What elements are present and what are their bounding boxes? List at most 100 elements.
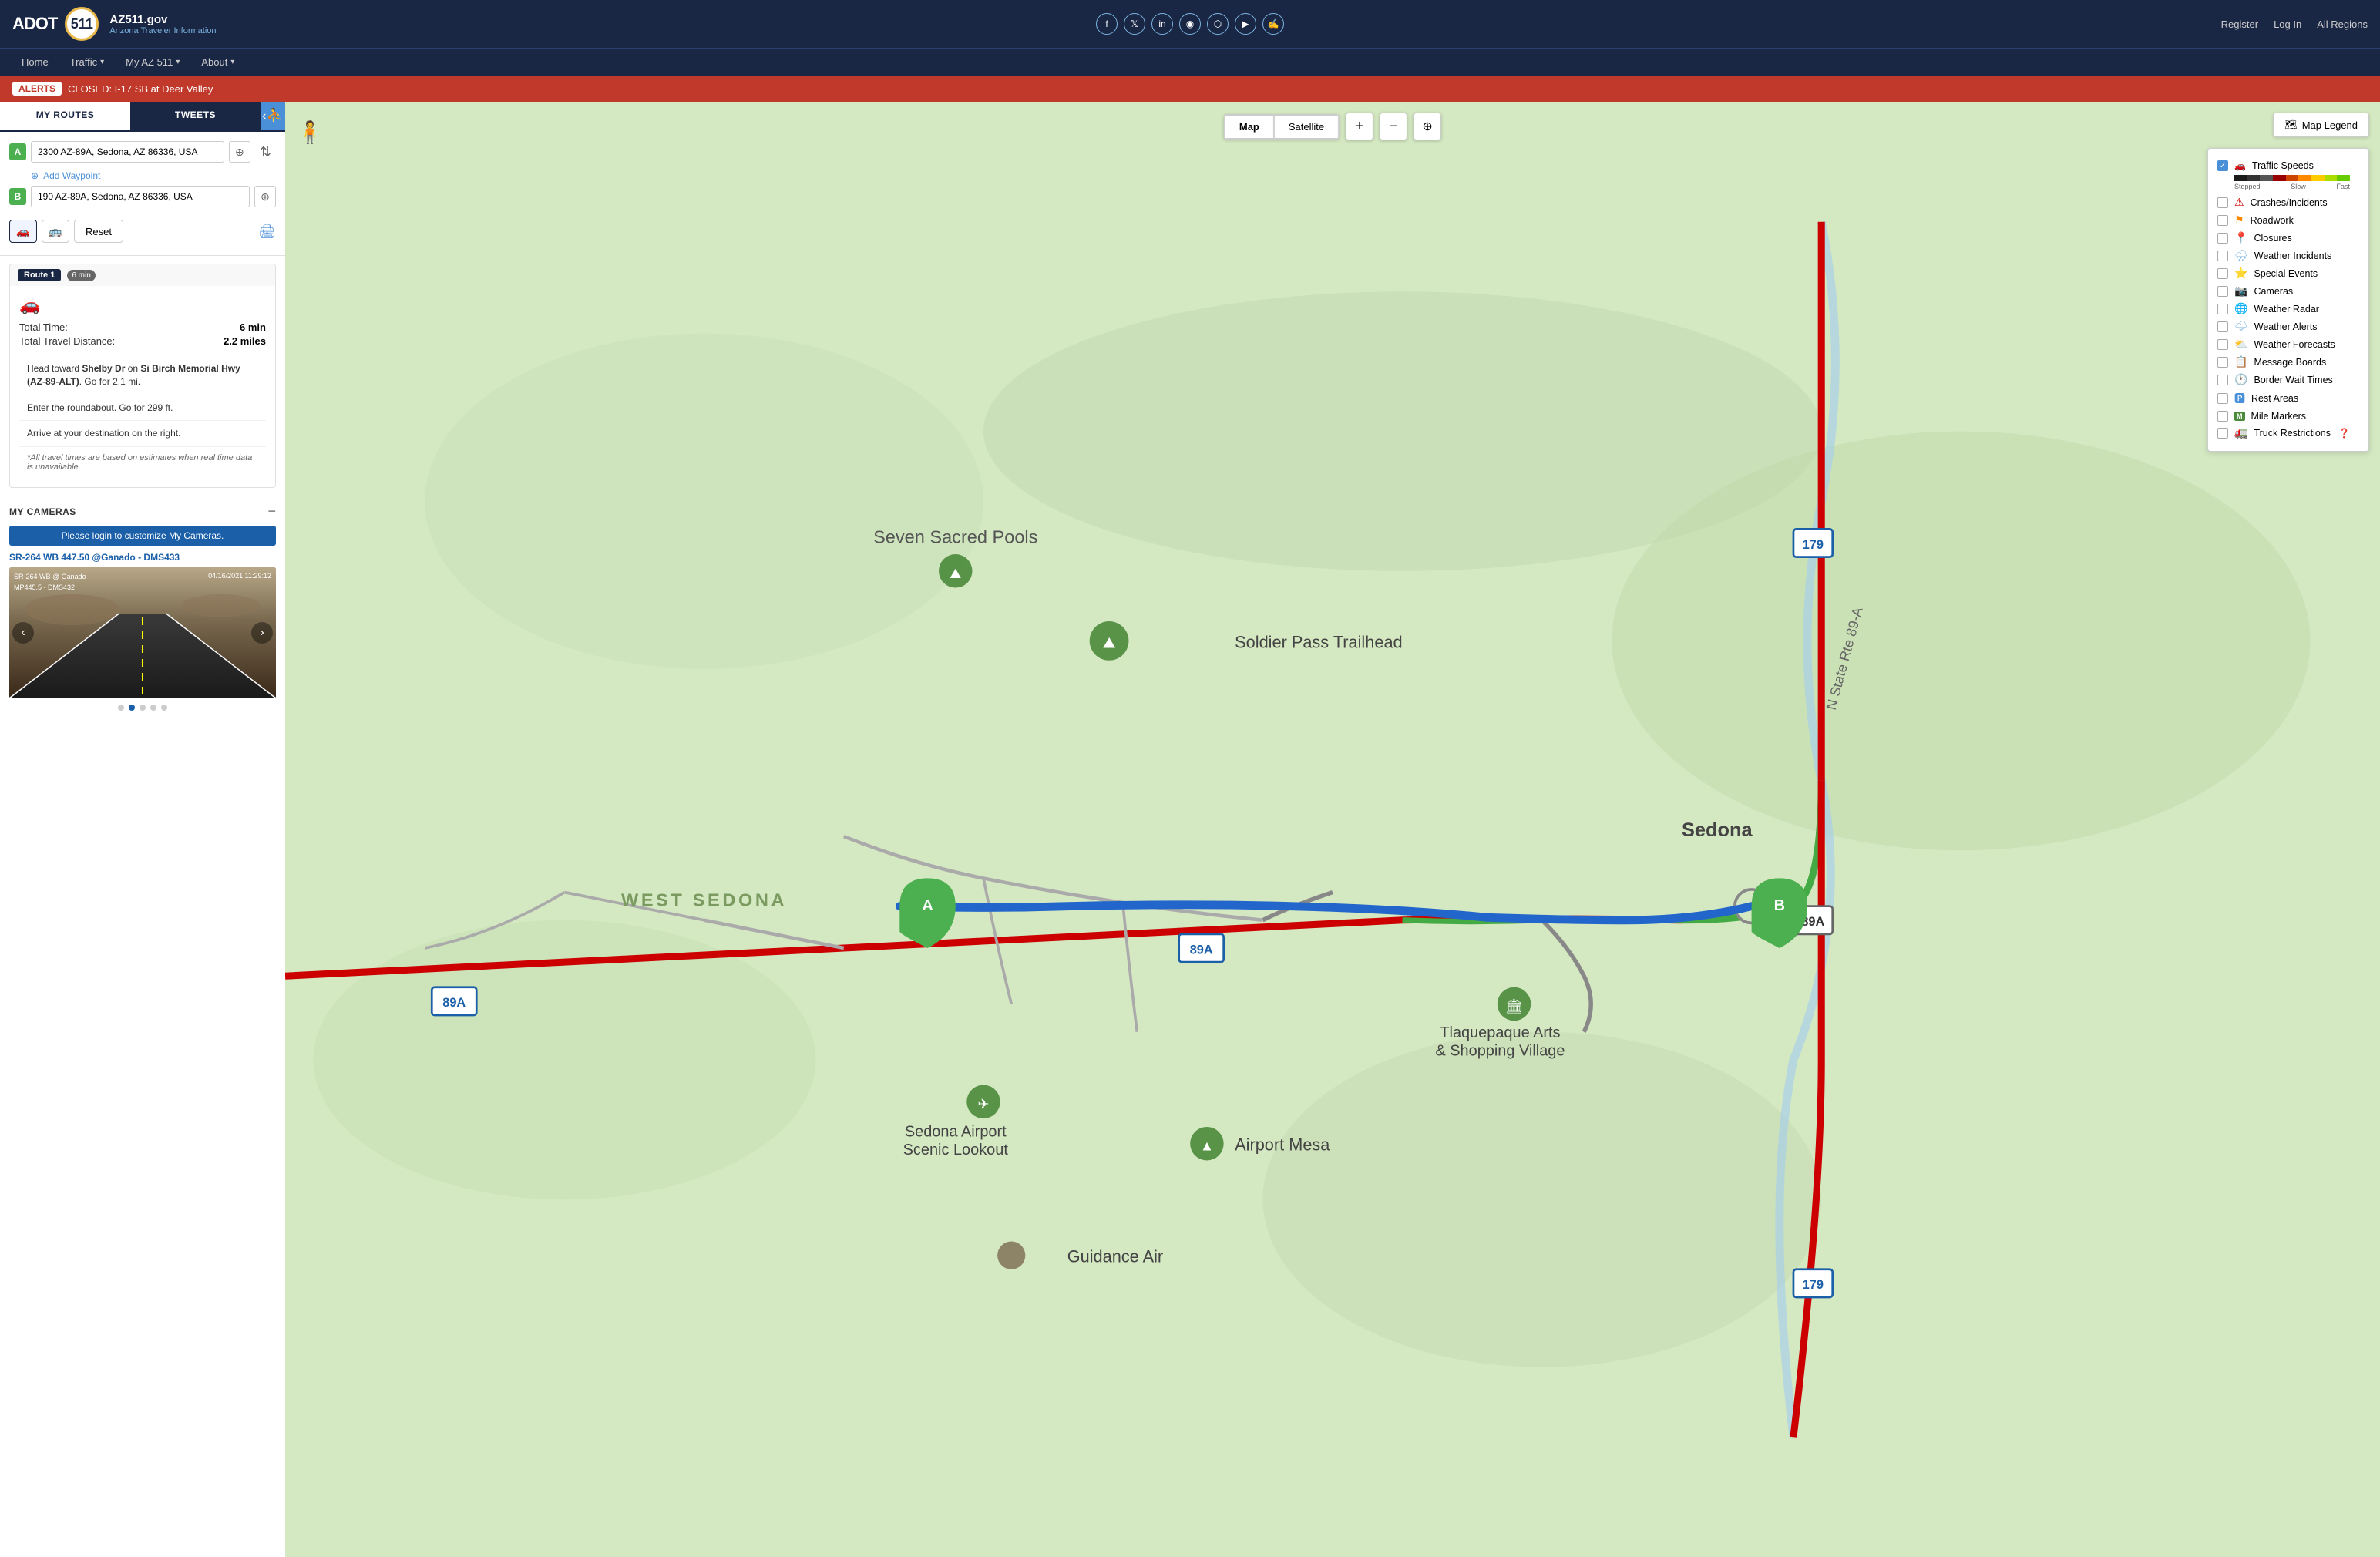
map-btn[interactable]: Map [1225, 115, 1274, 139]
legend-message-boards-label: Message Boards [2254, 357, 2326, 368]
swap-btn[interactable]: ⇅ [255, 143, 276, 162]
legend-crashes-label: Crashes/Incidents [2251, 197, 2328, 208]
social-icons: f 𝕏 in ◉ ⬡ ▶ ✍ [1096, 13, 1284, 35]
camera-next-btn[interactable]: › [251, 622, 273, 644]
add-waypoint[interactable]: ⊕ Add Waypoint [9, 169, 276, 186]
nav-about[interactable]: About ▾ [192, 53, 244, 71]
traffic-arrow: ▾ [100, 58, 104, 66]
legend-roadwork: ⚑ Roadwork [2217, 211, 2359, 229]
zoom-in-btn[interactable]: + [1346, 113, 1373, 140]
print-btn[interactable]: 🖨 [258, 220, 276, 243]
svg-text:✈: ✈ [977, 1096, 989, 1111]
reset-btn[interactable]: Reset [74, 220, 123, 243]
map-controls-top: Map Satellite + − ⊕ [1224, 113, 1441, 140]
register-link[interactable]: Register [2221, 18, 2258, 30]
point-a-row: A ⊕ ⇅ [9, 141, 276, 163]
locate-map-btn[interactable]: ⊕ [1414, 113, 1441, 140]
svg-text:▲: ▲ [1200, 1138, 1214, 1154]
point-a-locate-btn[interactable]: ⊕ [229, 141, 250, 163]
closures-checkbox[interactable]: ✓ [2217, 233, 2228, 244]
tab-my-routes[interactable]: MY ROUTES [0, 102, 130, 130]
map-legend-toggle[interactable]: 🗺 Map Legend [2273, 113, 2369, 137]
camera-dot-1[interactable] [118, 705, 124, 711]
linkedin-icon[interactable]: in [1151, 13, 1173, 35]
truck-restrictions-icon: 🚛 [2234, 426, 2247, 439]
discord-icon[interactable]: ⬡ [1207, 13, 1229, 35]
time-tag: 6 min [67, 270, 95, 281]
twitter-icon[interactable]: 𝕏 [1124, 13, 1145, 35]
message-boards-icon: 📋 [2234, 355, 2247, 368]
svg-text:A: A [922, 897, 933, 914]
alert-badge: ALERTS [12, 82, 62, 96]
mile-markers-checkbox[interactable] [2217, 411, 2228, 422]
bus-mode-btn[interactable]: 🚌 [42, 220, 69, 243]
facebook-icon[interactable]: f [1096, 13, 1118, 35]
blog-icon[interactable]: ✍ [1262, 13, 1284, 35]
border-wait-icon: 🕐 [2234, 373, 2247, 386]
legend-weather-radar: 🌐 Weather Radar [2217, 300, 2359, 318]
route-controls: 🚗 🚌 Reset 🖨 [9, 214, 276, 246]
svg-text:Scenic Lookout: Scenic Lookout [903, 1142, 1009, 1159]
camera-dot-3[interactable] [140, 705, 146, 711]
legend-weather-alerts-label: Weather Alerts [2254, 321, 2318, 332]
second-navigation: Home Traffic ▾ My AZ 511 ▾ About ▾ [0, 48, 2380, 76]
nav-home[interactable]: Home [12, 53, 58, 71]
svg-text:🏛: 🏛 [1505, 999, 1523, 1014]
top-navigation: ADOT 511 AZ511.gov Arizona Traveler Info… [0, 0, 2380, 48]
speed-bar [2234, 175, 2350, 181]
youtube-icon[interactable]: ▶ [1235, 13, 1256, 35]
weather-alerts-checkbox[interactable] [2217, 321, 2228, 332]
tab-tweets[interactable]: TWEETS [130, 102, 261, 130]
legend-weather-radar-label: Weather Radar [2254, 304, 2319, 314]
legend-rest-areas: 🅿 Rest Areas [2217, 388, 2359, 409]
cameras-checkbox[interactable] [2217, 286, 2228, 297]
traffic-speeds-checkbox[interactable]: ✓ [2217, 160, 2228, 171]
message-boards-checkbox[interactable] [2217, 357, 2228, 368]
nav-traffic[interactable]: Traffic ▾ [61, 53, 113, 71]
camera-dot-5[interactable] [161, 705, 167, 711]
login-link[interactable]: Log In [2274, 18, 2301, 30]
truck-restrictions-checkbox[interactable] [2217, 428, 2228, 439]
map-container[interactable]: 89A 89A 89A 179 179 Seven Sacred Pools ⛰… [285, 102, 2380, 1557]
rest-areas-checkbox[interactable] [2217, 393, 2228, 404]
tagline-text: Arizona Traveler Information [109, 26, 216, 35]
camera-dot-4[interactable] [150, 705, 156, 711]
legend-weather-forecasts: ⛅ Weather Forecasts [2217, 335, 2359, 353]
about-arrow: ▾ [230, 58, 234, 66]
camera-dot-2[interactable] [129, 705, 135, 711]
legend-weather-alerts: 🌩 Weather Alerts [2217, 318, 2359, 335]
tab-arrow[interactable]: ‹ ⛹ [261, 102, 285, 130]
instagram-icon[interactable]: ◉ [1179, 13, 1201, 35]
left-panel: MY ROUTES TWEETS ‹ ⛹ A ⊕ ⇅ ⊕ Add Waypoin… [0, 102, 285, 1557]
roadwork-checkbox[interactable] [2217, 215, 2228, 226]
camera-prev-btn[interactable]: ‹ [12, 622, 34, 644]
border-wait-checkbox[interactable] [2217, 375, 2228, 385]
satellite-btn[interactable]: Satellite [1274, 115, 1339, 139]
point-a-input[interactable] [31, 141, 224, 163]
camera-link[interactable]: SR-264 WB 447.50 @Ganado - DMS433 [9, 552, 276, 563]
car-mode-btn[interactable]: 🚗 [9, 220, 37, 243]
point-b-input[interactable] [31, 186, 250, 207]
zoom-out-btn[interactable]: − [1380, 113, 1407, 140]
special-events-checkbox[interactable] [2217, 268, 2228, 279]
weather-incidents-checkbox[interactable] [2217, 251, 2228, 261]
direction-step-2: Enter the roundabout. Go for 299 ft. [19, 395, 266, 422]
crashes-checkbox[interactable]: ✓ [2217, 197, 2228, 208]
minimize-cameras-btn[interactable]: − [267, 503, 276, 520]
pegman-btn[interactable]: 🧍 [296, 113, 324, 151]
camera-image-container: SR-264 WB @ Ganado MP445.5 - DMS432 04/1… [9, 567, 276, 698]
legend-special-events: ⭐ Special Events [2217, 264, 2359, 282]
point-b-locate-btn[interactable]: ⊕ [254, 186, 276, 207]
truck-restrictions-help-icon[interactable]: ❓ [2338, 428, 2350, 439]
all-regions-link[interactable]: All Regions [2317, 18, 2368, 30]
weather-radar-checkbox[interactable] [2217, 304, 2228, 314]
cameras-icon: 📷 [2234, 284, 2247, 298]
svg-text:Guidance Air: Guidance Air [1067, 1247, 1163, 1266]
logo-area: ADOT 511 AZ511.gov Arizona Traveler Info… [12, 7, 217, 41]
nav-myaz511[interactable]: My AZ 511 ▾ [116, 53, 189, 71]
weather-incidents-icon: 🌧 [2234, 249, 2248, 262]
weather-forecasts-checkbox[interactable] [2217, 339, 2228, 350]
route-card-header: Route 1 6 min [10, 264, 275, 286]
myaz511-arrow: ▾ [176, 58, 180, 66]
crash-icon: ⚠ [2234, 196, 2244, 209]
